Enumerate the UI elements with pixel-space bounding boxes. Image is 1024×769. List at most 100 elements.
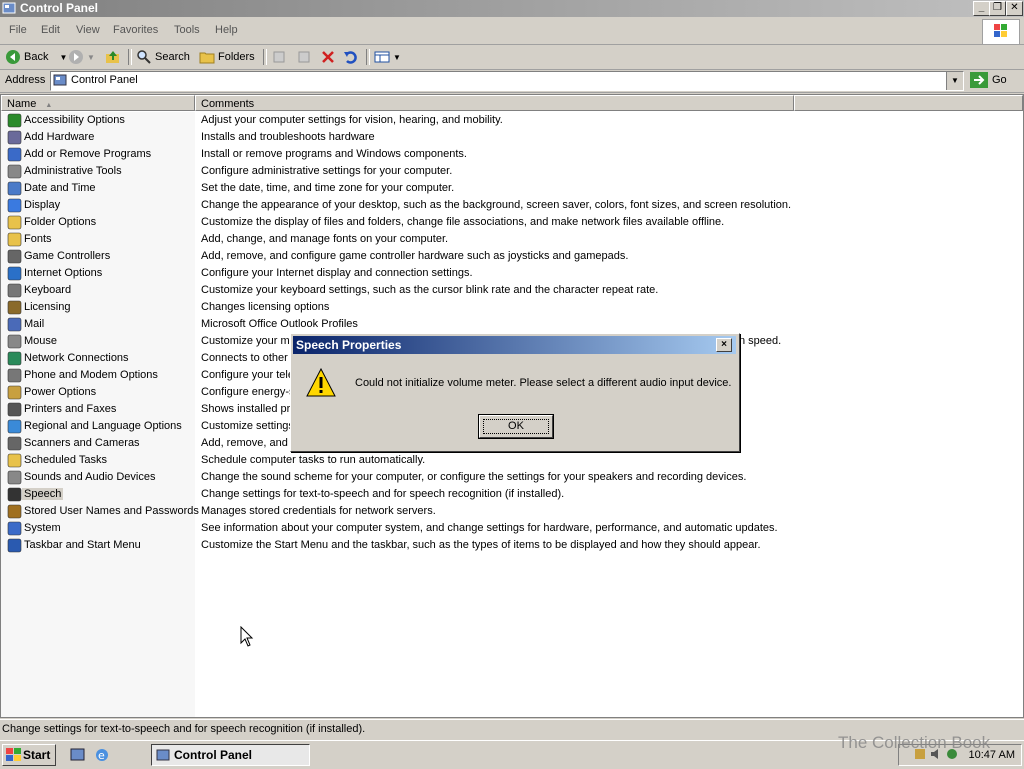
- search-icon: [137, 50, 151, 64]
- list-item[interactable]: Speech Change settings for text-to-speech…: [1, 486, 1023, 503]
- dialog-close-button[interactable]: ×: [716, 338, 732, 352]
- close-button[interactable]: ✕: [1006, 1, 1023, 16]
- undo-button[interactable]: [343, 49, 359, 65]
- mouse-cursor-icon: [240, 626, 254, 647]
- window-titlebar[interactable]: Control Panel _ ❐ ✕: [0, 0, 1024, 17]
- display-icon: [7, 198, 22, 213]
- menu-file[interactable]: File: [9, 24, 27, 36]
- folders-icon: [199, 52, 215, 64]
- power-options-icon: [7, 385, 22, 400]
- up-folder-button[interactable]: [105, 49, 121, 65]
- list-item-name: Keyboard: [24, 284, 72, 296]
- copy-to-icon: [298, 51, 310, 63]
- dialog-ok-button[interactable]: OK: [479, 415, 553, 438]
- speech-icon: [7, 487, 22, 502]
- menu-tools[interactable]: Tools: [174, 24, 200, 36]
- speech-properties-dialog: Speech Properties × Could not initialize…: [290, 333, 740, 452]
- list-item[interactable]: Internet Options Configure your Internet …: [1, 265, 1023, 282]
- list-item-name: Regional and Language Options: [24, 420, 182, 432]
- list-item-name: Licensing: [24, 301, 71, 313]
- back-label: Back: [24, 51, 49, 63]
- list-item-comment: Changes licensing options: [201, 301, 330, 313]
- taskbar-start-menu-icon: [7, 538, 22, 553]
- mail-icon: [7, 317, 22, 332]
- list-item[interactable]: Administrative Tools Configure administra…: [1, 163, 1023, 180]
- list-item-name: Mouse: [24, 335, 58, 347]
- regional-language-icon: [7, 419, 22, 434]
- list-item[interactable]: Licensing Changes licensing options: [1, 299, 1023, 316]
- forward-dropdown-icon[interactable]: ▼: [87, 53, 95, 62]
- list-item-name: Date and Time: [24, 182, 96, 194]
- search-button[interactable]: Search: [136, 49, 190, 65]
- warning-icon: [306, 367, 336, 397]
- address-input[interactable]: Control Panel ▼: [50, 71, 964, 91]
- list-item[interactable]: Scheduled Tasks Schedule computer tasks t…: [1, 452, 1023, 469]
- toolbar: Back ▼ ▼ Search Folders ▼: [0, 45, 1024, 70]
- restore-button[interactable]: ❐: [989, 1, 1006, 16]
- internet-options-icon: [7, 266, 22, 281]
- phone-modem-icon: [7, 368, 22, 383]
- list-item[interactable]: Taskbar and Start Menu Customize the Star…: [1, 537, 1023, 554]
- list-item-name: Stored User Names and Passwords: [24, 505, 199, 517]
- menu-edit[interactable]: Edit: [41, 24, 60, 36]
- move-to-button[interactable]: [272, 49, 288, 65]
- list-item-name: Accessibility Options: [24, 114, 125, 126]
- list-item[interactable]: Mail Microsoft Office Outlook Profiles: [1, 316, 1023, 333]
- list-item[interactable]: Keyboard Customize your keyboard settings…: [1, 282, 1023, 299]
- list-item[interactable]: Sounds and Audio Devices Change the sound…: [1, 469, 1023, 486]
- menu-bar: File Edit View Favorites Tools Help: [0, 18, 1024, 45]
- taskbar-control-panel-button[interactable]: Control Panel: [151, 744, 310, 766]
- dialog-titlebar[interactable]: Speech Properties ×: [293, 336, 736, 354]
- go-button[interactable]: Go: [970, 72, 1007, 88]
- column-header-comments[interactable]: Comments: [195, 95, 794, 111]
- minimize-button[interactable]: _: [973, 1, 990, 16]
- network-connections-icon: [7, 351, 22, 366]
- list-item-comment: Add, remove, and configure game controll…: [201, 250, 629, 262]
- back-button[interactable]: Back ▼: [5, 49, 67, 65]
- list-item-name: Add Hardware: [24, 131, 95, 143]
- list-item-comment: Configure your tele: [201, 369, 294, 381]
- licensing-icon: [7, 300, 22, 315]
- list-item[interactable]: Fonts Add, change, and manage fonts on yo…: [1, 231, 1023, 248]
- list-item[interactable]: Accessibility Options Adjust your compute…: [1, 112, 1023, 129]
- list-item-comment: Set the date, time, and time zone for yo…: [201, 182, 455, 194]
- quicklaunch-explorer-icon[interactable]: [70, 747, 86, 763]
- start-button[interactable]: Start: [2, 744, 56, 766]
- sounds-audio-icon: [7, 470, 22, 485]
- menu-help[interactable]: Help: [215, 24, 238, 36]
- forward-button[interactable]: ▼: [68, 49, 95, 65]
- list-item[interactable]: Game Controllers Add, remove, and configu…: [1, 248, 1023, 265]
- list-item-name: Fonts: [24, 233, 52, 245]
- copy-to-button[interactable]: [296, 49, 312, 65]
- column-header-name[interactable]: Name ▲: [1, 95, 195, 111]
- menu-view[interactable]: View: [76, 24, 100, 36]
- column-comments-label: Comments: [201, 98, 255, 110]
- add-remove-programs-icon: [7, 147, 22, 162]
- list-item-name: Folder Options: [24, 216, 97, 228]
- list-item-comment-tail: n speed.: [739, 335, 782, 347]
- list-item-name: Scheduled Tasks: [24, 454, 107, 466]
- back-dropdown-icon[interactable]: ▼: [59, 53, 67, 62]
- views-button[interactable]: ▼: [374, 49, 401, 65]
- delete-button[interactable]: [320, 49, 336, 65]
- control-panel-icon: [53, 74, 67, 86]
- list-item[interactable]: Add Hardware Installs and troubleshoots h…: [1, 129, 1023, 146]
- list-item[interactable]: Add or Remove Programs Install or remove …: [1, 146, 1023, 163]
- quicklaunch-ie-icon[interactable]: e: [94, 747, 110, 763]
- printers-faxes-icon: [7, 402, 22, 417]
- scheduled-tasks-icon: [7, 453, 22, 468]
- fonts-icon: [7, 232, 22, 247]
- menu-favorites[interactable]: Favorites: [113, 24, 158, 36]
- address-dropdown-icon[interactable]: ▼: [946, 72, 963, 90]
- list-item[interactable]: Folder Options Customize the display of f…: [1, 214, 1023, 231]
- list-item[interactable]: Stored User Names and Passwords Manages s…: [1, 503, 1023, 520]
- list-item[interactable]: Date and Time Set the date, time, and tim…: [1, 180, 1023, 197]
- go-label: Go: [992, 74, 1007, 86]
- folders-button[interactable]: Folders: [199, 49, 255, 65]
- list-item-name: System: [24, 522, 61, 534]
- list-item-comment: Change the appearance of your desktop, s…: [201, 199, 792, 211]
- list-item[interactable]: System See information about your compute…: [1, 520, 1023, 537]
- list-item-comment: Customize the display of files and folde…: [201, 216, 725, 228]
- address-label: Address: [5, 74, 46, 86]
- list-item[interactable]: Display Change the appearance of your des…: [1, 197, 1023, 214]
